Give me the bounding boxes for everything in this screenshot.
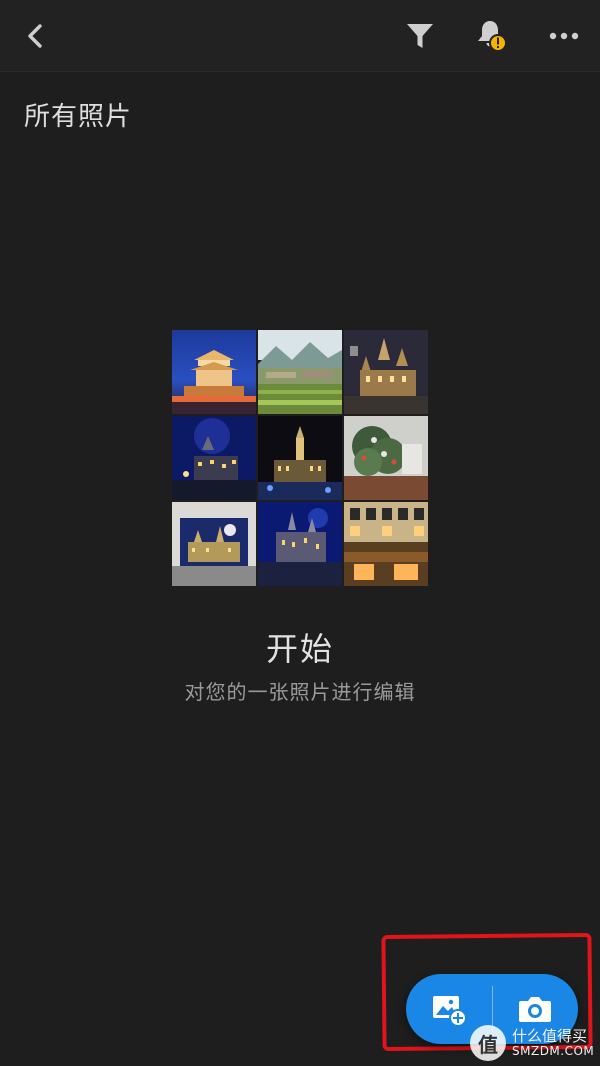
back-button[interactable] [12,12,60,60]
top-app-bar [0,0,600,72]
blue-night-castle-photo [172,416,256,500]
sample-photo-collage [172,330,428,586]
lego-castle-photo [172,502,256,586]
app-screen: 所有照片 开始 对您的一张照片进行编辑 值 什么值得买 SMZDM.COM [0,0,600,1066]
illuminated-tower-photo [258,416,342,500]
hogwarts-night-photo [258,502,342,586]
castle-night-photo [344,330,428,414]
watermark-logo-icon: 值 [470,1025,506,1061]
empty-state-heading: 开始 [265,630,334,668]
site-watermark: 值 什么值得买 SMZDM.COM [470,1020,600,1066]
page-title: 所有照片 [24,102,133,132]
empty-state-subtitle: 对您的一张照片进行编辑 [184,680,416,704]
filter-button[interactable] [396,12,444,60]
more-options-button[interactable] [540,12,588,60]
watermark-text: 什么值得买 SMZDM.COM [512,1028,594,1058]
building-facade-photo [344,502,428,586]
chevron-left-icon [28,24,42,48]
christmas-tree-photo [344,416,428,500]
more-horizontal-icon [549,32,579,40]
filter-icon [407,24,433,48]
bell-alert-icon [478,21,507,52]
add-photo-icon [432,996,467,1027]
watermark-line1: 什么值得买 [512,1027,588,1046]
night-drum-tower-photo [172,330,256,414]
notifications-button[interactable] [466,12,514,60]
watermark-line2: SMZDM.COM [512,1043,595,1058]
mountain-village-photo [258,330,342,414]
